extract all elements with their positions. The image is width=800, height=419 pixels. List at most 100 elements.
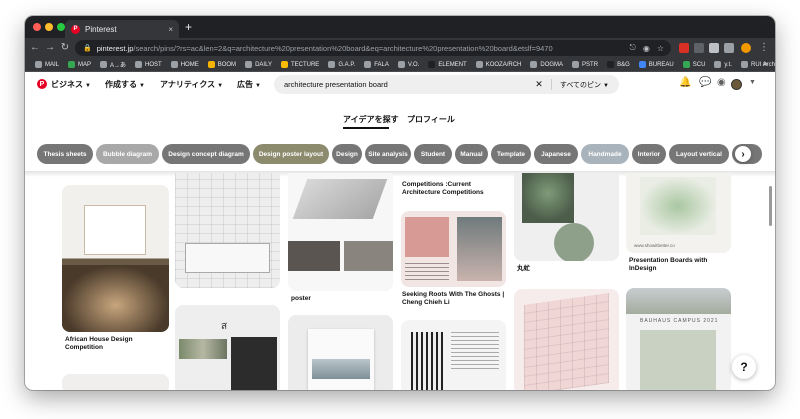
bookmark-item[interactable]: SCU: [682, 61, 706, 68]
pin-landscape-board[interactable]: [514, 173, 619, 261]
tab-profile[interactable]: プロフィール: [407, 114, 455, 125]
messages-icon[interactable]: 💬: [699, 77, 711, 88]
pin-hanging-poster[interactable]: [288, 315, 393, 390]
pin-site-plan: [640, 177, 716, 235]
bookmark-item[interactable]: HOME: [170, 61, 199, 68]
bookmark-item[interactable]: ELEMENT: [428, 61, 467, 68]
tab-explore-ideas[interactable]: アイデアを探す: [343, 114, 399, 125]
bookmarks-overflow-button[interactable]: »: [763, 59, 769, 68]
bookmark-label: HOME: [180, 61, 199, 68]
pin-indesign-boards[interactable]: www.showitbetter.co: [626, 173, 731, 253]
zoom-window-button[interactable]: [57, 23, 65, 31]
pin-african-house-title[interactable]: African House Design Competition: [65, 336, 169, 352]
clear-search-icon[interactable]: ✕: [535, 79, 543, 90]
pin-seeking-roots-title[interactable]: Seeking Roots With The Ghosts | Cheng Ch…: [402, 291, 507, 307]
address-bar[interactable]: 🔒 pinterest.jp/search/pins/?rs=ac&len=2&…: [75, 40, 671, 56]
pin-bauhaus-campus[interactable]: BAUHAUS CAMPUS 2021: [626, 288, 731, 390]
chip-related-search[interactable]: Template: [491, 144, 531, 164]
chips-next-button[interactable]: ›: [735, 146, 751, 162]
pin-competitions-title[interactable]: Competitions :Current Architecture Compe…: [402, 181, 507, 197]
chip-related-search[interactable]: Student: [414, 144, 452, 164]
bookmark-label: KOOZA/RCH: [485, 61, 522, 68]
bookmark-label: SCU: [692, 61, 706, 68]
account-chevron-down-icon[interactable]: ▼: [749, 79, 756, 86]
extension-puzzle-icon[interactable]: [694, 43, 704, 53]
pin-seeking-roots[interactable]: [401, 211, 506, 287]
chevron-down-icon: ▼: [85, 83, 91, 89]
tab-close-icon[interactable]: ×: [168, 25, 173, 34]
profile-avatar-icon[interactable]: [741, 43, 751, 53]
bookmark-item[interactable]: RUI Architects: [740, 61, 775, 68]
page-scrollbar[interactable]: [769, 186, 772, 226]
pin-bw-board[interactable]: [401, 320, 506, 390]
chip-related-search[interactable]: Layout vertical: [669, 144, 729, 164]
chip-related-search[interactable]: Design poster layout: [253, 144, 329, 164]
bookmark-item[interactable]: BOOM: [207, 61, 236, 68]
pin-col1-bottom[interactable]: [62, 374, 169, 390]
pin-poster[interactable]: [288, 173, 393, 291]
bookmark-item[interactable]: y.t.: [714, 61, 732, 68]
search-input[interactable]: architecture presentation board: [284, 80, 535, 89]
bookmark-item[interactable]: B&G: [607, 61, 630, 68]
search-bar[interactable]: architecture presentation board ✕ すべてのピン…: [274, 75, 619, 94]
chrome-menu-icon[interactable]: ⋮: [758, 41, 770, 55]
chip-related-search[interactable]: Manual: [455, 144, 488, 164]
sidebar-icon[interactable]: [724, 43, 734, 53]
bookmark-star-icon[interactable]: ☆: [657, 44, 664, 53]
pin-indesign-title[interactable]: Presentation Boards with InDesign: [629, 257, 729, 273]
close-window-button[interactable]: [33, 23, 41, 31]
notifications-bell-icon[interactable]: 🔔: [679, 77, 691, 88]
chevron-down-icon: ▼: [603, 82, 609, 89]
chip-related-search[interactable]: Japanese: [534, 144, 578, 164]
chip-related-search[interactable]: Handmade: [581, 144, 629, 164]
nav-business[interactable]: ビジネス ▼: [51, 79, 91, 90]
browser-tab-pinterest[interactable]: P Pinterest ×: [65, 20, 179, 38]
nav-analytics[interactable]: アナリティクス ▼: [160, 79, 223, 90]
chip-related-search[interactable]: Thesis sheets: [37, 144, 93, 164]
bookmark-item[interactable]: KOOZA/RCH: [475, 61, 522, 68]
bookmark-item[interactable]: FALA: [364, 61, 389, 68]
lens-icon[interactable]: ◉: [643, 44, 650, 53]
reload-button[interactable]: ↻: [59, 41, 71, 55]
bookmark-item[interactable]: G.A.P.: [328, 61, 355, 68]
bookmark-label: A→あ: [110, 63, 127, 69]
bookmark-item[interactable]: HOST: [135, 61, 162, 68]
pin-dark-board[interactable]: ส: [175, 305, 280, 390]
pin-pink-plan[interactable]: [514, 289, 619, 390]
bookmark-item[interactable]: TECTURE: [280, 61, 319, 68]
pinterest-logo-icon[interactable]: P: [37, 79, 47, 89]
avatar[interactable]: [731, 79, 742, 90]
chip-related-search[interactable]: Bubble diagram: [96, 144, 159, 164]
bookmark-item[interactable]: MAIL: [35, 61, 59, 68]
chip-related-search[interactable]: Site analysis: [365, 144, 411, 164]
bookmark-item[interactable]: DOGMA: [530, 61, 563, 68]
chip-related-search[interactable]: Design concept diagram: [162, 144, 250, 164]
chip-related-search[interactable]: Interior: [632, 144, 666, 164]
share-icon[interactable]: ⎋: [630, 43, 636, 53]
back-button[interactable]: ←: [29, 41, 41, 55]
pin-african-house[interactable]: [62, 185, 169, 332]
nav-create[interactable]: 作成する ▼: [105, 79, 145, 90]
extension-red-icon[interactable]: [679, 43, 689, 53]
search-scope-dropdown[interactable]: すべてのピン ▼: [560, 80, 609, 90]
new-tab-button[interactable]: +: [185, 20, 192, 34]
pin-aerial-photo: [62, 265, 169, 332]
bookmark-item[interactable]: DAILY: [245, 61, 272, 68]
extension-menu-icon[interactable]: [709, 43, 719, 53]
chip-related-search[interactable]: Design: [332, 144, 362, 164]
bookmark-item[interactable]: A→あ: [100, 60, 126, 69]
bookmark-item[interactable]: BUREAU: [638, 61, 674, 68]
pin-col5-title[interactable]: 丸虻: [517, 265, 530, 273]
bookmark-item[interactable]: V.O.: [397, 61, 419, 68]
help-button[interactable]: ?: [732, 355, 756, 379]
bookmark-item[interactable]: PSTR: [572, 61, 598, 68]
chevron-down-icon: ▼: [255, 83, 261, 89]
forward-button[interactable]: →: [44, 41, 56, 55]
bookmark-item[interactable]: MAP: [68, 61, 91, 68]
pin-white-board[interactable]: [175, 173, 280, 288]
pin-poster-title[interactable]: poster: [291, 295, 311, 303]
minimize-window-button[interactable]: [45, 23, 53, 31]
updates-icon[interactable]: ◉: [717, 77, 726, 88]
nav-ads[interactable]: 広告 ▼: [237, 79, 261, 90]
nav-ads-label: 広告: [237, 80, 253, 89]
